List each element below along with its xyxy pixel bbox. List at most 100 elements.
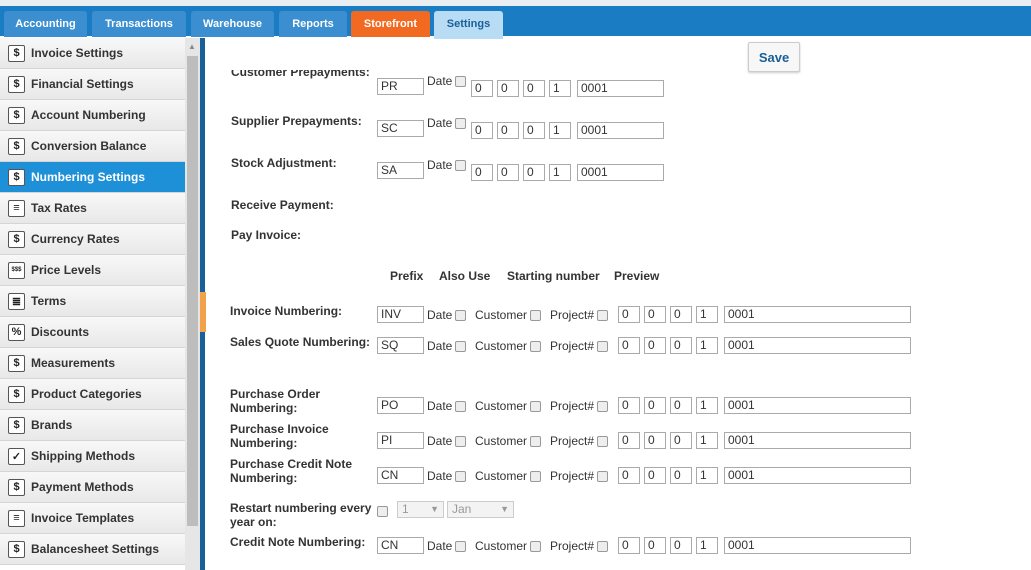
- sidebar-item[interactable]: $ Conversion Balance: [0, 131, 185, 162]
- sidebar-item[interactable]: % Discounts: [0, 317, 185, 348]
- menu-item-icon: ≡: [8, 199, 25, 217]
- customer-checkbox[interactable]: [530, 471, 541, 482]
- start-digit-input[interactable]: 0: [471, 122, 493, 139]
- start-digit-input[interactable]: 0: [618, 397, 640, 414]
- sidebar-item[interactable]: $ Brands: [0, 410, 185, 441]
- sidebar-item[interactable]: ✓ Shipping Methods: [0, 441, 185, 472]
- start-digit-input[interactable]: 0: [670, 537, 692, 554]
- prefix-input[interactable]: CN: [377, 537, 424, 554]
- start-digit-input[interactable]: 0: [670, 337, 692, 354]
- start-digit-input[interactable]: 0: [644, 337, 666, 354]
- start-digit-input[interactable]: 0: [471, 164, 493, 181]
- project-checkbox[interactable]: [597, 341, 608, 352]
- start-digit-input[interactable]: 0: [618, 306, 640, 323]
- restart-month-select[interactable]: Jan ▼: [447, 501, 514, 518]
- restart-day-select[interactable]: 1 ▼: [397, 501, 444, 518]
- prefix-input[interactable]: INV: [377, 306, 424, 323]
- prefix-input[interactable]: PI: [377, 432, 424, 449]
- start-digit-input[interactable]: 0: [618, 432, 640, 449]
- prefix-input[interactable]: SQ: [377, 337, 424, 354]
- start-digit-input[interactable]: 0: [497, 80, 519, 97]
- restart-checkbox[interactable]: [377, 506, 388, 517]
- scroll-up-icon[interactable]: ▲: [188, 42, 196, 51]
- sidebar-item[interactable]: ≡ Invoice Templates: [0, 503, 185, 534]
- tab-storefront[interactable]: Storefront: [351, 11, 430, 37]
- start-digit-input[interactable]: 0: [618, 467, 640, 484]
- project-checkbox[interactable]: [597, 436, 608, 447]
- sidebar-item[interactable]: $ Financial Settings: [0, 69, 185, 100]
- prefix-input[interactable]: PO: [377, 397, 424, 414]
- date-checkbox[interactable]: [455, 401, 466, 412]
- start-digit-input[interactable]: 0: [471, 80, 493, 97]
- customer-checkbox[interactable]: [530, 310, 541, 321]
- prefix-input[interactable]: PR: [377, 78, 424, 95]
- start-digit-input[interactable]: 0: [670, 397, 692, 414]
- start-digit-input[interactable]: 1: [696, 337, 718, 354]
- sidebar-scroll-thumb[interactable]: [187, 56, 198, 526]
- sidebar-item[interactable]: $ Currency Rates: [0, 224, 185, 255]
- project-checkbox[interactable]: [597, 310, 608, 321]
- customer-checkbox[interactable]: [530, 541, 541, 552]
- start-digit-input[interactable]: 1: [549, 80, 571, 97]
- save-button[interactable]: Save: [748, 42, 800, 72]
- sidebar-item[interactable]: ≣ Terms: [0, 286, 185, 317]
- start-digit-input[interactable]: 0: [670, 306, 692, 323]
- start-digit-input[interactable]: 0: [618, 537, 640, 554]
- date-checkbox[interactable]: [455, 310, 466, 321]
- sidebar-item[interactable]: $ Account Numbering: [0, 100, 185, 131]
- date-checkbox[interactable]: [455, 471, 466, 482]
- project-checkbox[interactable]: [597, 541, 608, 552]
- sidebar-item[interactable]: ≡ Tax Rates: [0, 193, 185, 224]
- date-checkbox[interactable]: [455, 118, 466, 129]
- start-digit-input[interactable]: 0: [644, 537, 666, 554]
- sidebar-item[interactable]: $$$ Price Levels: [0, 255, 185, 286]
- date-checkbox[interactable]: [455, 436, 466, 447]
- date-checkbox[interactable]: [455, 76, 466, 87]
- prefix-input[interactable]: CN: [377, 467, 424, 484]
- start-digit-input[interactable]: 0: [644, 306, 666, 323]
- start-digit-input[interactable]: 1: [696, 306, 718, 323]
- start-digit-input[interactable]: 0: [523, 122, 545, 139]
- tab-warehouse[interactable]: Warehouse: [191, 11, 274, 37]
- customer-checkbox[interactable]: [530, 341, 541, 352]
- start-digit-input[interactable]: 0: [523, 80, 545, 97]
- sidebar-item[interactable]: $ Product Categories: [0, 379, 185, 410]
- customer-checkbox[interactable]: [530, 401, 541, 412]
- start-digit-input[interactable]: 1: [696, 397, 718, 414]
- sidebar-item[interactable]: $ Numbering Settings: [0, 162, 185, 193]
- start-digit-input[interactable]: 0: [497, 122, 519, 139]
- sidebar-item[interactable]: $ Measurements: [0, 348, 185, 379]
- start-digit-input[interactable]: 0: [670, 467, 692, 484]
- start-digit-input[interactable]: 1: [549, 164, 571, 181]
- date-checkbox[interactable]: [455, 160, 466, 171]
- start-digit-input[interactable]: 0: [644, 432, 666, 449]
- date-checkbox[interactable]: [455, 341, 466, 352]
- menu-item-icon: $$$: [8, 261, 25, 279]
- project-checkbox[interactable]: [597, 471, 608, 482]
- start-digit-input[interactable]: 0: [644, 397, 666, 414]
- date-label: Date: [427, 158, 453, 172]
- prefix-input[interactable]: SC: [377, 120, 424, 137]
- sidebar-item[interactable]: $ Payment Methods: [0, 472, 185, 503]
- start-digit-input[interactable]: 0: [670, 432, 692, 449]
- start-digit-input[interactable]: 0: [523, 164, 545, 181]
- start-digit-input[interactable]: 1: [696, 467, 718, 484]
- start-digit-input[interactable]: 0: [497, 164, 519, 181]
- tab-reports[interactable]: Reports: [279, 11, 347, 37]
- preview-field: 0001: [724, 306, 911, 323]
- start-digit-input[interactable]: 0: [644, 467, 666, 484]
- start-digit-input[interactable]: 1: [696, 432, 718, 449]
- date-checkbox[interactable]: [455, 541, 466, 552]
- start-digit-input[interactable]: 1: [549, 122, 571, 139]
- tab-transactions[interactable]: Transactions: [92, 11, 186, 37]
- sidebar-item[interactable]: $ Balancesheet Settings: [0, 534, 185, 565]
- tab-settings[interactable]: Settings: [434, 11, 503, 39]
- start-digit-input[interactable]: 0: [618, 337, 640, 354]
- project-checkbox[interactable]: [597, 401, 608, 412]
- date-label: Date: [427, 399, 453, 413]
- customer-checkbox[interactable]: [530, 436, 541, 447]
- start-digit-input[interactable]: 1: [696, 537, 718, 554]
- prefix-input[interactable]: SA: [377, 162, 424, 179]
- sidebar-item[interactable]: $ Invoice Settings: [0, 38, 185, 69]
- tab-accounting[interactable]: Accounting: [4, 11, 87, 37]
